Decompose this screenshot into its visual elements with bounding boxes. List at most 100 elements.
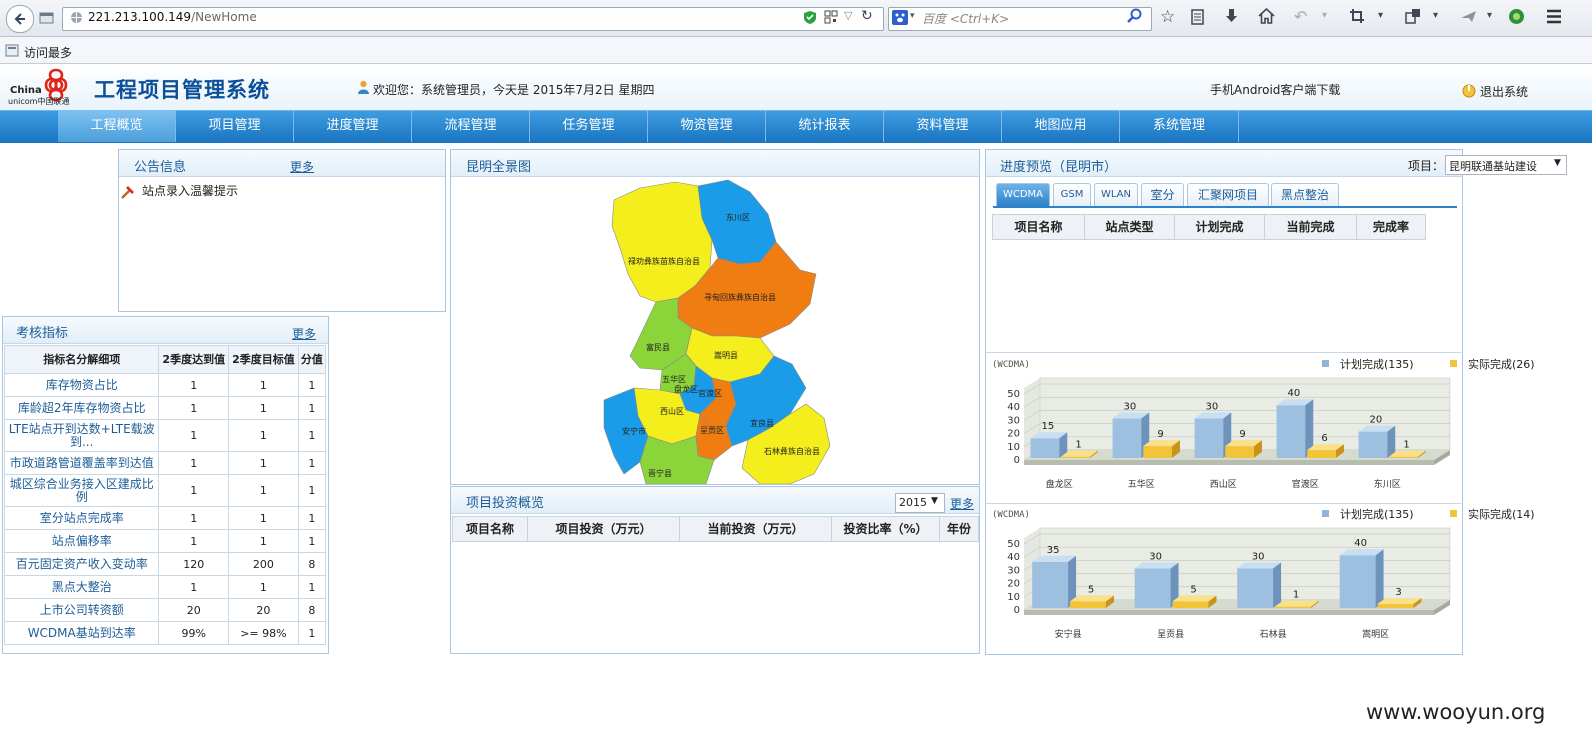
notice-item[interactable]: 站点录入温馨提示	[142, 182, 238, 199]
tab-groups-icon[interactable]	[38, 10, 56, 26]
map-label-wuhua: 五华区	[662, 374, 686, 384]
legend-label-planned: 计划完成(135)	[1340, 507, 1414, 521]
logo-text-line2: unicom中国联通	[8, 97, 70, 106]
kpi-cell-achieved: 1	[158, 575, 230, 599]
user-icon	[357, 80, 370, 97]
kpi-col-target: 2季度目标值	[228, 345, 299, 374]
reload-icon[interactable]: ↻	[861, 8, 873, 24]
invest-title: 项目投资概览	[466, 496, 545, 511]
nav-documents[interactable]: 资料管理	[884, 110, 1002, 142]
kunming-map[interactable]: 东川区 禄劝彝族苗族自治县 寻甸回族彝族自治县 富民县 嵩明县 五华区 官渡区 …	[600, 178, 840, 484]
chart-title: (WCDMA)	[992, 360, 1030, 370]
kpi-more-link[interactable]: 更多	[292, 325, 316, 342]
logout-link[interactable]: 退出系统	[1480, 83, 1528, 100]
dropdown-chevron-icon[interactable]: ▽	[844, 9, 852, 22]
home-icon[interactable]	[1258, 7, 1275, 27]
kpi-cell-name: 黑点大整治	[3, 575, 160, 599]
bar-actual	[1172, 601, 1209, 608]
download-icon[interactable]	[1224, 8, 1239, 28]
nav-materials[interactable]: 物资管理	[648, 110, 766, 142]
legend-label-actual: 实际完成(14)	[1468, 507, 1535, 521]
baidu-paw-icon[interactable]	[892, 10, 908, 28]
search-icon[interactable]	[1127, 8, 1143, 27]
kpi-cell-score: 1	[297, 506, 327, 530]
nav-projects[interactable]: 项目管理	[176, 110, 294, 142]
window-icon[interactable]	[1405, 8, 1421, 27]
project-select[interactable]: 昆明联通基站建设 ▼	[1445, 155, 1567, 175]
progress-col-current: 当前完成	[1264, 214, 1357, 240]
logout-icon[interactable]	[1462, 83, 1476, 101]
data-label-planned: 30	[1124, 401, 1137, 412]
map-label-jinning: 晋宁县	[648, 468, 672, 478]
map-label-yiliang: 宜良县	[750, 418, 774, 428]
x-tick-label: 呈贡县	[1157, 629, 1184, 640]
kpi-cell-name: 库龄超2年库存物资占比	[3, 396, 160, 420]
window-chevron-icon[interactable]: ▾	[1433, 10, 1438, 21]
bookmark-star-icon[interactable]: ☆	[1160, 7, 1175, 27]
tab-gsm[interactable]: GSM	[1053, 183, 1091, 206]
search-engine-chevron-icon[interactable]: ▾	[910, 11, 915, 21]
y-tick-label: 0	[1014, 455, 1020, 466]
kpi-cell-score: 1	[297, 474, 327, 507]
addon-chevron-icon[interactable]: ▾	[1487, 10, 1492, 21]
addon-plane-icon[interactable]	[1460, 9, 1477, 26]
kpi-title: 考核指标	[16, 326, 69, 341]
nav-system[interactable]: 系统管理	[1120, 110, 1239, 142]
nav-reports[interactable]: 统计报表	[766, 110, 884, 142]
bar-planned	[1194, 418, 1224, 458]
crop-chevron-icon[interactable]: ▾	[1378, 10, 1383, 21]
project-select-value: 昆明联通基站建设	[1449, 160, 1537, 173]
back-arrow-icon	[14, 13, 25, 25]
map-label-shilin: 石林彝族自治县	[764, 446, 820, 456]
data-label-planned: 30	[1149, 551, 1162, 562]
undo-icon[interactable]: ↶	[1294, 7, 1307, 26]
tab-blackspot[interactable]: 黑点整治	[1271, 183, 1339, 206]
kpi-cell-name: 市政道路管道覆盖率到达值	[3, 451, 160, 475]
kpi-cell-target: 1	[228, 396, 299, 420]
year-select[interactable]: 2015 ▼	[895, 493, 945, 513]
android-download-link[interactable]: 手机Android客户端下载	[1210, 81, 1340, 98]
bar-actual	[1377, 604, 1414, 608]
bar-actual	[1389, 456, 1418, 458]
progress-col-name: 项目名称	[992, 214, 1085, 240]
kpi-cell-name: 城区综合业务接入区建成比例	[3, 474, 160, 507]
logo-text-line1: China	[10, 85, 42, 96]
menu-icon[interactable]	[1546, 9, 1562, 27]
reading-list-icon[interactable]	[1190, 9, 1205, 28]
undo-chevron-icon[interactable]: ▾	[1322, 10, 1327, 21]
progress-col-planned: 计划完成	[1174, 214, 1265, 240]
kpi-cell-score: 8	[297, 552, 327, 576]
kpi-cell-score: 1	[297, 396, 327, 420]
tab-wlan[interactable]: WLAN	[1094, 183, 1138, 206]
nav-workflow[interactable]: 流程管理	[412, 110, 530, 142]
bar-planned	[1339, 555, 1376, 608]
kpi-cell-name: WCDMA基站到达率	[3, 621, 160, 645]
bar-planned-side	[1273, 562, 1282, 608]
nav-progress[interactable]: 进度管理	[294, 110, 412, 142]
kpi-cell-name: 上市公司转资额	[3, 598, 160, 622]
project-label: 项目：	[1408, 159, 1445, 173]
crop-screenshot-icon[interactable]	[1349, 8, 1365, 27]
qr-code-icon[interactable]	[824, 10, 838, 27]
nav-overview[interactable]: 工程概览	[58, 110, 176, 142]
bar-actual	[1070, 601, 1106, 608]
tab-indoor[interactable]: 室分	[1141, 183, 1184, 206]
back-button[interactable]	[6, 5, 34, 33]
invest-more-link[interactable]: 更多	[950, 495, 974, 512]
shield-icon[interactable]	[803, 10, 817, 28]
bookmark-most-visited[interactable]: 访问最多	[24, 44, 72, 61]
green-addon-icon[interactable]	[1508, 8, 1525, 28]
nav-tasks[interactable]: 任务管理	[530, 110, 648, 142]
tab-wcdma[interactable]: WCDMA	[996, 183, 1050, 206]
notice-more-link[interactable]: 更多	[290, 158, 314, 175]
kpi-cell-score: 1	[297, 575, 327, 599]
kpi-cell-target: 1	[228, 575, 299, 599]
kpi-cell-achieved: 1	[158, 506, 230, 530]
url-path: /NewHome	[191, 10, 257, 24]
year-select-chevron-icon: ▼	[931, 496, 938, 506]
x-tick-label: 五华区	[1128, 478, 1155, 490]
map-label-chenggong: 呈贡区	[700, 426, 724, 435]
map-label-dongchuan: 东川区	[726, 212, 750, 222]
tab-aggregation[interactable]: 汇聚网项目	[1187, 183, 1269, 206]
nav-map[interactable]: 地图应用	[1002, 110, 1120, 142]
